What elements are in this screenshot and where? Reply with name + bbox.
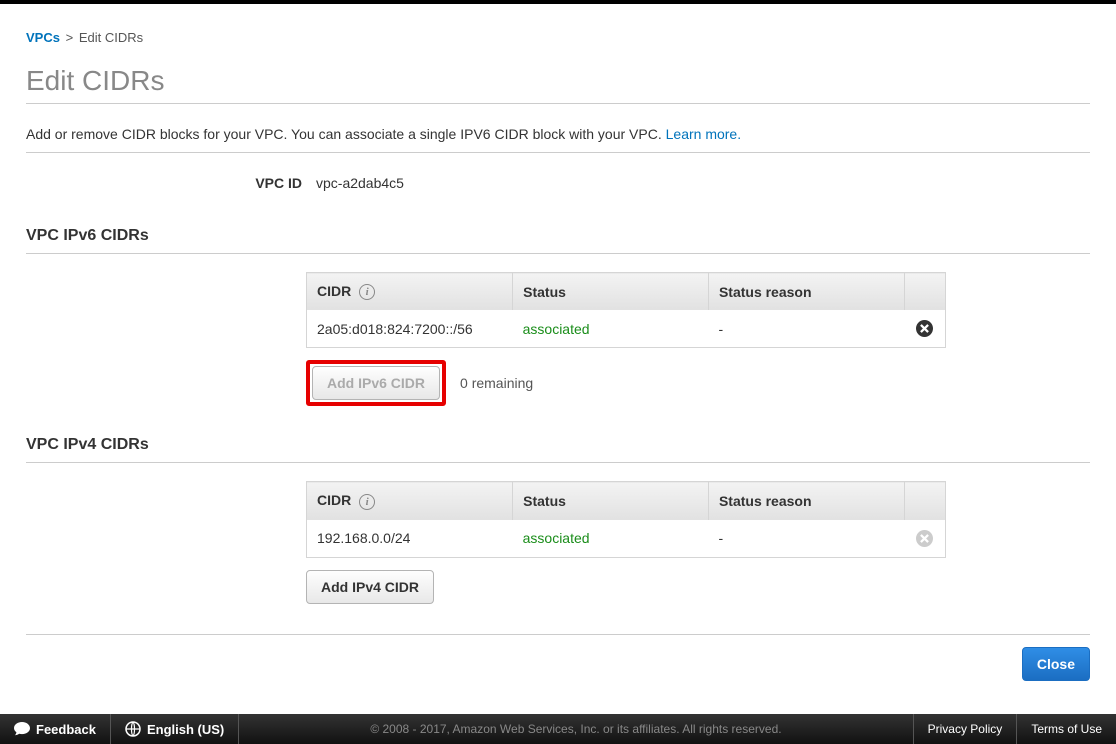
- language-label: English (US): [147, 722, 224, 737]
- feedback-button[interactable]: Feedback: [0, 714, 111, 744]
- table-row: 192.168.0.0/24 associated -: [307, 520, 946, 558]
- ipv4-table-wrap: CIDR i Status Status reason 192.168.0.0/…: [306, 481, 946, 557]
- globe-icon: [125, 721, 141, 737]
- highlight-annotation: Add IPv6 CIDR: [306, 360, 446, 406]
- col-header-cidr-text: CIDR: [317, 283, 351, 299]
- cell-cidr: 2a05:d018:824:7200::/56: [307, 310, 513, 348]
- bottom-bar: Feedback English (US) © 2008 - 2017, Ama…: [0, 714, 1116, 744]
- col-header-status: Status: [513, 273, 709, 311]
- add-ipv4-cidr-button[interactable]: Add IPv4 CIDR: [306, 570, 434, 604]
- cell-status: associated: [513, 310, 709, 348]
- language-button[interactable]: English (US): [111, 714, 239, 744]
- col-header-actions: [904, 273, 945, 311]
- copyright-text: © 2008 - 2017, Amazon Web Services, Inc.…: [239, 722, 912, 736]
- ipv6-add-row: Add IPv6 CIDR 0 remaining: [306, 360, 1090, 406]
- col-header-status: Status: [513, 482, 709, 520]
- breadcrumb-current: Edit CIDRs: [79, 30, 143, 45]
- info-icon[interactable]: i: [359, 284, 375, 300]
- remove-cidr-icon-disabled: [916, 530, 933, 547]
- remove-cidr-icon[interactable]: [916, 320, 933, 337]
- breadcrumb-separator: >: [66, 30, 74, 45]
- cell-reason: -: [708, 310, 904, 348]
- cell-action: [904, 520, 945, 558]
- description-text: Add or remove CIDR blocks for your VPC. …: [26, 126, 662, 142]
- ipv4-table: CIDR i Status Status reason 192.168.0.0/…: [306, 481, 946, 557]
- learn-more-link[interactable]: Learn more.: [666, 126, 741, 142]
- cell-cidr: 192.168.0.0/24: [307, 520, 513, 558]
- status-badge: associated: [523, 321, 590, 337]
- page-description: Add or remove CIDR blocks for your VPC. …: [26, 112, 1090, 153]
- cell-status: associated: [513, 520, 709, 558]
- status-badge: associated: [523, 530, 590, 546]
- ipv6-table: CIDR i Status Status reason 2a05:d018:82…: [306, 272, 946, 348]
- info-icon[interactable]: i: [359, 494, 375, 510]
- breadcrumb: VPCs > Edit CIDRs: [26, 20, 1090, 45]
- col-header-cidr: CIDR i: [307, 273, 513, 311]
- page-title: Edit CIDRs: [26, 65, 1090, 104]
- col-header-cidr-text: CIDR: [317, 492, 351, 508]
- add-ipv6-cidr-button: Add IPv6 CIDR: [312, 366, 440, 400]
- ipv6-section-title: VPC IPv6 CIDRs: [26, 227, 1090, 254]
- close-button[interactable]: Close: [1022, 647, 1090, 681]
- privacy-policy-link[interactable]: Privacy Policy: [913, 714, 1017, 744]
- cell-reason: -: [708, 520, 904, 558]
- main-content: VPCs > Edit CIDRs Edit CIDRs Add or remo…: [0, 4, 1116, 714]
- ipv6-remaining-text: 0 remaining: [460, 375, 533, 391]
- table-row: 2a05:d018:824:7200::/56 associated -: [307, 310, 946, 348]
- vpc-id-value: vpc-a2dab4c5: [316, 175, 404, 191]
- vpc-id-label: VPC ID: [26, 175, 316, 191]
- terms-of-use-link[interactable]: Terms of Use: [1016, 714, 1116, 744]
- ipv4-section-title: VPC IPv4 CIDRs: [26, 436, 1090, 463]
- col-header-reason: Status reason: [708, 482, 904, 520]
- breadcrumb-root-link[interactable]: VPCs: [26, 30, 60, 45]
- feedback-label: Feedback: [36, 722, 96, 737]
- chat-icon: [14, 721, 30, 737]
- col-header-reason: Status reason: [708, 273, 904, 311]
- vpc-id-row: VPC ID vpc-a2dab4c5: [26, 153, 1090, 197]
- col-header-cidr: CIDR i: [307, 482, 513, 520]
- ipv6-table-wrap: CIDR i Status Status reason 2a05:d018:82…: [306, 272, 946, 348]
- cell-action: [904, 310, 945, 348]
- col-header-actions: [904, 482, 945, 520]
- dialog-footer: Close: [26, 634, 1090, 711]
- ipv4-add-row: Add IPv4 CIDR: [306, 570, 1090, 604]
